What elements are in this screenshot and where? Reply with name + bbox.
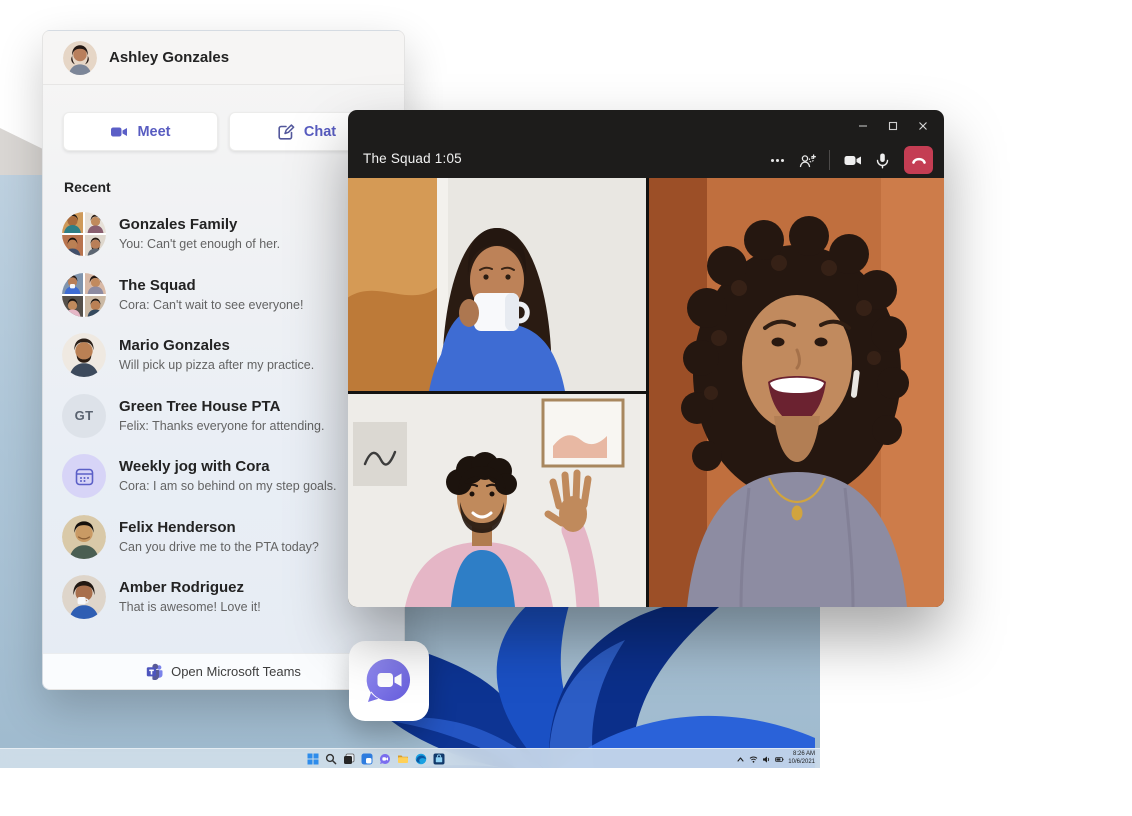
conversation-preview: Will pick up pizza after my practice. <box>119 357 314 373</box>
wifi-icon <box>749 755 758 764</box>
camera-icon[interactable] <box>837 147 867 173</box>
user-name: Ashley Gonzales <box>109 49 229 66</box>
battery-icon <box>775 755 784 764</box>
video-tile-man-waving <box>348 394 646 607</box>
group-avatar <box>62 212 106 256</box>
close-button[interactable] <box>908 114 938 138</box>
conversation-name: Mario Gonzales <box>119 337 314 356</box>
video-camera-icon <box>110 123 128 141</box>
maximize-button[interactable] <box>878 114 908 138</box>
store-icon[interactable] <box>432 753 445 766</box>
meet-button-label: Meet <box>137 124 170 140</box>
calendar-icon <box>62 454 106 498</box>
more-options-icon[interactable] <box>762 147 792 173</box>
taskbar-icon-strip <box>306 749 445 768</box>
conversation-preview: Cora: Can't wait to see everyone! <box>119 297 303 313</box>
compose-icon <box>277 123 295 141</box>
avatar-initials: GT <box>75 408 94 423</box>
hang-up-button[interactable] <box>904 146 933 174</box>
video-grid <box>348 178 944 607</box>
flyout-actions: Meet Chat <box>63 112 384 151</box>
person-avatar <box>62 575 106 619</box>
conversation-name: Green Tree House PTA <box>119 398 324 417</box>
initials-avatar: GT <box>62 394 106 438</box>
conversation-preview: Felix: Thanks everyone for attending. <box>119 418 324 434</box>
person-avatar <box>62 333 106 377</box>
chat-taskbar-icon[interactable] <box>378 753 391 766</box>
volume-icon <box>762 755 771 764</box>
taskbar: 8:26 AM 10/6/2021 <box>0 748 820 768</box>
minimize-button[interactable] <box>848 114 878 138</box>
start-button-icon[interactable] <box>306 753 319 766</box>
flyout-header: Ashley Gonzales <box>43 31 404 85</box>
task-view-icon[interactable] <box>342 753 355 766</box>
file-explorer-icon[interactable] <box>396 753 409 766</box>
conversation-preview: Can you drive me to the PTA today? <box>119 539 319 555</box>
user-avatar[interactable] <box>63 41 97 75</box>
edge-browser-icon[interactable] <box>414 753 427 766</box>
conversation-name: Gonzales Family <box>119 216 280 235</box>
conversation-preview: That is awesome! Love it! <box>119 599 261 615</box>
clock-date: 10/6/2021 <box>788 759 815 767</box>
chat-button-label: Chat <box>304 124 336 140</box>
group-avatar <box>62 273 106 317</box>
widgets-icon[interactable] <box>360 753 373 766</box>
teams-logo-icon <box>146 663 163 680</box>
microphone-icon[interactable] <box>867 147 897 173</box>
clock-time: 8:26 AM <box>788 751 815 759</box>
teams-chat-bubble-icon[interactable] <box>349 641 429 721</box>
video-tile-woman-with-mug <box>348 178 646 391</box>
call-title: The Squad 1:05 <box>363 151 462 166</box>
system-tray[interactable]: 8:26 AM 10/6/2021 <box>736 749 817 768</box>
conversation-name: The Squad <box>119 277 303 296</box>
controls-divider <box>829 150 830 170</box>
taskbar-clock[interactable]: 8:26 AM 10/6/2021 <box>788 751 817 767</box>
meet-button[interactable]: Meet <box>63 112 218 151</box>
window-controls <box>848 114 938 138</box>
marketing-composition: 8:26 AM 10/6/2021 Ashley Gonzales Meet C… <box>0 0 1132 816</box>
conversation-name: Amber Rodriguez <box>119 579 261 598</box>
hang-up-icon <box>910 151 928 169</box>
tray-chevron-icon <box>736 755 745 764</box>
open-teams-label: Open Microsoft Teams <box>171 664 301 679</box>
conversation-name: Felix Henderson <box>119 519 319 538</box>
call-controls <box>762 146 933 174</box>
conversation-name: Weekly jog with Cora <box>119 458 336 477</box>
teams-call-window: The Squad 1:05 <box>348 110 944 607</box>
conversation-preview: Cora: I am so behind on my step goals. <box>119 478 336 494</box>
person-avatar <box>62 515 106 559</box>
add-people-icon[interactable] <box>792 147 822 173</box>
conversation-preview: You: Can't get enough of her. <box>119 236 280 252</box>
search-icon[interactable] <box>324 753 337 766</box>
video-tile-woman-laughing <box>649 178 944 607</box>
